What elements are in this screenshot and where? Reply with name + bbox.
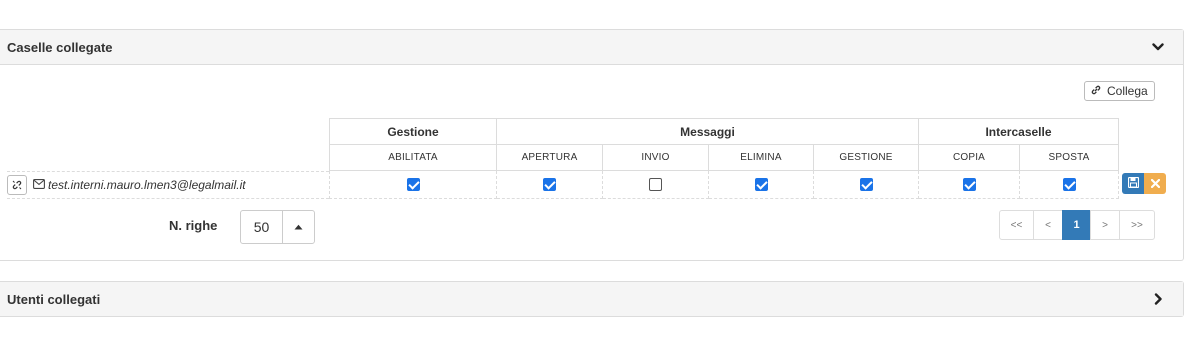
pagination-first[interactable]: << (999, 210, 1034, 240)
table-row (329, 170, 1119, 199)
group-header-gestione: Gestione (329, 118, 497, 145)
linked-box-row: test.interni.mauro.lmen3@legalmail.it (7, 171, 329, 199)
rows-per-page-label: N. righe (169, 218, 218, 233)
floppy-disk-icon (1127, 175, 1139, 193)
collega-label: Collega (1107, 84, 1148, 98)
pagination-prev[interactable]: < (1033, 210, 1063, 240)
unlink-icon (12, 180, 22, 190)
chevron-down-icon[interactable] (1151, 40, 1165, 54)
envelope-icon (33, 178, 45, 192)
checkbox-copia[interactable] (962, 177, 976, 191)
checkbox-sposta[interactable] (1062, 177, 1076, 191)
cancel-button[interactable] (1144, 173, 1166, 194)
linked-users-panel: Utenti collegati (0, 281, 1184, 317)
checkbox-invio[interactable] (649, 177, 662, 191)
group-header-intercaselle: Intercaselle (918, 118, 1119, 145)
linked-boxes-panel-header[interactable]: Caselle collegate (0, 30, 1183, 65)
chevron-right-icon[interactable] (1151, 292, 1165, 306)
subheader-apertura: APERTURA (496, 144, 603, 171)
rows-per-page-value[interactable]: 50 (241, 211, 283, 243)
permissions-table: Gestione Messaggi Intercaselle ABILITATA… (329, 118, 1119, 199)
pagination-last[interactable]: >> (1119, 210, 1155, 240)
link-icon (1090, 84, 1102, 99)
caret-up-icon[interactable] (283, 211, 314, 243)
subheader-sposta: SPOSTA (1019, 144, 1119, 171)
checkbox-apertura[interactable] (543, 177, 556, 191)
subheader-elimina: ELIMINA (708, 144, 814, 171)
panel-title: Utenti collegati (7, 291, 101, 307)
checkbox-gestione[interactable] (859, 177, 873, 191)
subheader-abilitata: ABILITATA (329, 144, 497, 171)
collega-button[interactable]: Collega (1084, 81, 1155, 101)
group-header-messaggi: Messaggi (496, 118, 919, 145)
save-button[interactable] (1122, 173, 1144, 194)
checkbox-abilitata[interactable] (406, 177, 420, 191)
mailbox-address: test.interni.mauro.lmen3@legalmail.it (33, 178, 246, 192)
email-text: test.interni.mauro.lmen3@legalmail.it (48, 178, 246, 192)
checkbox-elimina[interactable] (754, 177, 768, 191)
close-icon (1150, 176, 1160, 191)
unlink-button[interactable] (7, 175, 27, 195)
pagination: << < 1 > >> (999, 210, 1155, 240)
pagination-next[interactable]: > (1090, 210, 1120, 240)
rows-per-page-select[interactable]: 50 (240, 210, 315, 244)
pagination-page-1[interactable]: 1 (1062, 210, 1091, 240)
subheader-invio: INVIO (602, 144, 709, 171)
panel-title: Caselle collegate (7, 39, 113, 55)
subheader-copia: COPIA (918, 144, 1020, 171)
subheader-gestione: GESTIONE (813, 144, 919, 171)
linked-users-panel-header[interactable]: Utenti collegati (0, 282, 1183, 316)
